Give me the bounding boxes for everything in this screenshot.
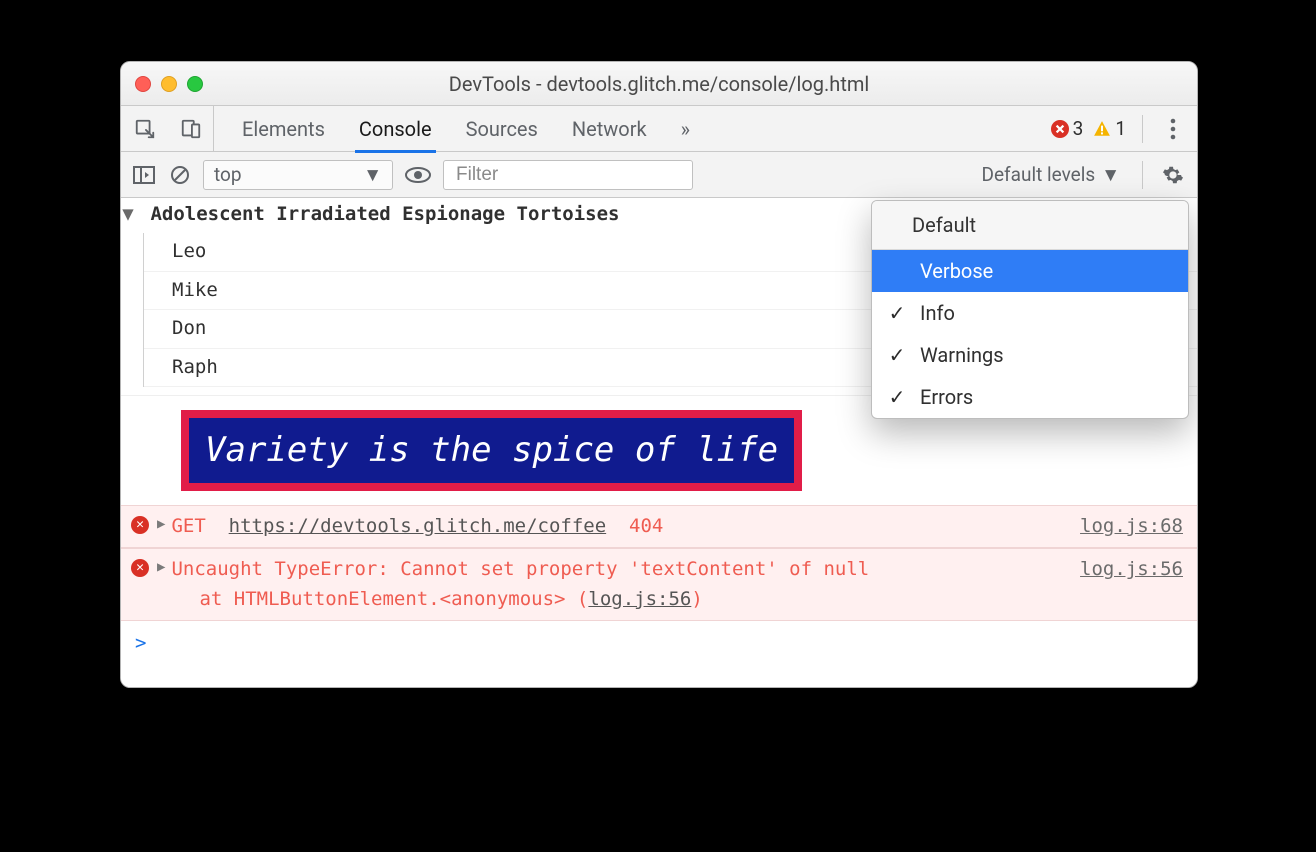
prompt-chevron-icon: > xyxy=(135,632,146,654)
inspect-element-icon[interactable] xyxy=(129,106,161,152)
sidebar-toggle-icon[interactable] xyxy=(131,152,157,198)
checkmark-icon: ✓ xyxy=(888,343,906,367)
kebab-menu-icon[interactable] xyxy=(1159,106,1187,152)
expand-error-icon[interactable]: ▶ xyxy=(157,557,165,579)
toolbar-divider xyxy=(1142,115,1143,143)
toolbar-tabs: Elements Console Sources Network » 3 1 xyxy=(121,106,1197,152)
tab-elements[interactable]: Elements xyxy=(240,106,327,152)
group-toggle-icon[interactable]: ▼ xyxy=(121,200,135,229)
minimize-window-button[interactable] xyxy=(161,76,177,92)
error-message: GET https://devtools.glitch.me/coffee 40… xyxy=(171,512,1080,541)
devtools-window: DevTools - devtools.glitch.me/console/lo… xyxy=(120,61,1198,688)
exception-row: ✕ ▶ Uncaught TypeError: Cannot set prope… xyxy=(121,548,1197,621)
titlebar: DevTools - devtools.glitch.me/console/lo… xyxy=(121,62,1197,106)
request-url-link[interactable]: https://devtools.glitch.me/coffee xyxy=(229,515,607,537)
level-option-label: Verbose xyxy=(920,259,993,283)
tab-list: Elements Console Sources Network » xyxy=(214,106,718,151)
level-option-warnings[interactable]: ✓ Warnings xyxy=(872,334,1188,376)
log-levels-menu: Default Verbose ✓ Info ✓ Warnings ✓ Erro… xyxy=(871,200,1189,419)
tab-overflow[interactable]: » xyxy=(679,106,692,152)
network-error-row: ✕ ▶ GET https://devtools.glitch.me/coffe… xyxy=(121,505,1197,548)
level-option-errors[interactable]: ✓ Errors xyxy=(872,376,1188,418)
checkmark-icon: ✓ xyxy=(888,385,906,409)
level-option-verbose[interactable]: Verbose xyxy=(872,250,1188,292)
exception-text: Uncaught TypeError: Cannot set property … xyxy=(171,558,869,580)
error-icon xyxy=(1051,120,1069,138)
group-title: Adolescent Irradiated Espionage Tortoise… xyxy=(150,203,619,225)
level-option-label: Info xyxy=(920,301,955,325)
tab-sources[interactable]: Sources xyxy=(464,106,540,152)
warning-count-badge[interactable]: 1 xyxy=(1093,117,1126,140)
error-count-badge[interactable]: 3 xyxy=(1051,117,1084,140)
warning-count: 1 xyxy=(1115,117,1126,140)
level-option-info[interactable]: ✓ Info xyxy=(872,292,1188,334)
stack-source-link[interactable]: log.js:56 xyxy=(588,588,691,610)
error-message: Uncaught TypeError: Cannot set property … xyxy=(171,555,1080,614)
console-prompt[interactable]: > xyxy=(121,621,1197,666)
error-icon: ✕ xyxy=(131,559,149,577)
error-count: 3 xyxy=(1073,117,1084,140)
close-window-button[interactable] xyxy=(135,76,151,92)
source-link[interactable]: log.js:56 xyxy=(1080,555,1183,584)
expand-error-icon[interactable]: ▶ xyxy=(157,514,165,536)
source-link[interactable]: log.js:68 xyxy=(1080,512,1183,541)
console-filterbar: top ▼ Default levels ▼ xyxy=(121,152,1197,198)
window-title: DevTools - devtools.glitch.me/console/lo… xyxy=(121,72,1197,96)
stack-frame-prefix: at HTMLButtonElement.<anonymous> ( xyxy=(199,588,588,610)
log-levels-label: Default levels xyxy=(982,163,1096,186)
log-levels-select[interactable]: Default levels ▼ xyxy=(976,163,1126,187)
checkmark-icon: ✓ xyxy=(888,301,906,325)
styled-log-message: Variety is the spice of life xyxy=(181,410,802,491)
error-icon: ✕ xyxy=(131,516,149,534)
clear-console-icon[interactable] xyxy=(167,152,193,198)
http-method: GET xyxy=(171,515,205,537)
stack-frame-suffix: ) xyxy=(691,588,702,610)
maximize-window-button[interactable] xyxy=(187,76,203,92)
chevron-down-icon: ▼ xyxy=(363,163,382,187)
warning-icon xyxy=(1093,120,1111,138)
filter-input[interactable] xyxy=(443,160,693,190)
toolbar-right-group: 3 1 xyxy=(1051,106,1189,151)
toolbar-left-group xyxy=(127,106,214,151)
levels-menu-header[interactable]: Default xyxy=(872,201,1188,250)
filterbar-divider xyxy=(1142,161,1143,189)
window-controls xyxy=(135,76,203,92)
device-toolbar-icon[interactable] xyxy=(175,106,207,152)
execution-context-select[interactable]: top ▼ xyxy=(203,160,393,190)
tab-network[interactable]: Network xyxy=(570,106,649,152)
tab-console[interactable]: Console xyxy=(357,106,434,152)
live-expression-icon[interactable] xyxy=(403,152,433,198)
stack-frame: at HTMLButtonElement.<anonymous> (log.js… xyxy=(171,585,1080,614)
http-status: 404 xyxy=(629,515,663,537)
settings-gear-icon[interactable] xyxy=(1159,152,1187,198)
level-option-label: Warnings xyxy=(920,343,1004,367)
chevron-down-icon: ▼ xyxy=(1101,163,1120,187)
execution-context-value: top xyxy=(214,163,242,186)
level-option-label: Errors xyxy=(920,385,973,409)
